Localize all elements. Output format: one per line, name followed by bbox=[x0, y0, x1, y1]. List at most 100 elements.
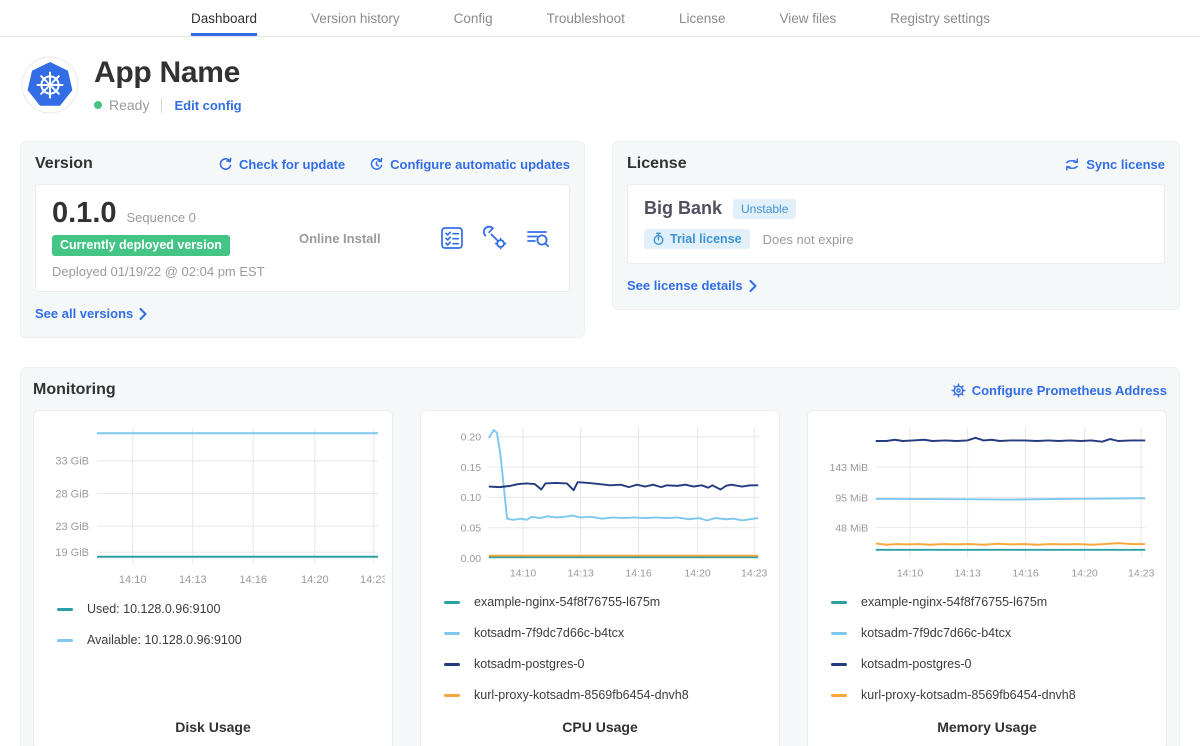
gear-icon bbox=[951, 383, 966, 398]
edit-config-link[interactable]: Edit config bbox=[174, 98, 241, 113]
chevron-right-icon bbox=[749, 280, 757, 292]
svg-text:0.00: 0.00 bbox=[461, 553, 482, 565]
legend-color-dash bbox=[831, 663, 847, 666]
status-dot-icon bbox=[94, 101, 102, 109]
cpu-usage-chart-card: 14:1014:1314:1614:2014:230.000.050.100.1… bbox=[420, 410, 780, 746]
config-wrench-icon[interactable] bbox=[482, 225, 508, 251]
cpu-usage-legend: example-nginx-54f8f76755-l675m kotsadm-7f… bbox=[444, 595, 772, 719]
version-action-buttons bbox=[439, 225, 551, 251]
kubernetes-logo-icon bbox=[21, 56, 79, 114]
disk-usage-legend: Used: 10.128.0.96:9100 Available: 10.128.… bbox=[57, 602, 385, 664]
version-info: 0.1.0 Sequence 0 Currently deployed vers… bbox=[52, 197, 267, 279]
tab-config[interactable]: Config bbox=[454, 0, 493, 36]
legend-label: example-nginx-54f8f76755-l675m bbox=[861, 595, 1047, 609]
legend-color-dash bbox=[831, 601, 847, 604]
svg-text:143 MiB: 143 MiB bbox=[829, 462, 868, 474]
version-card-header: Version Check for update bbox=[35, 155, 570, 173]
legend-color-dash bbox=[57, 639, 73, 642]
legend-color-dash bbox=[444, 632, 460, 635]
svg-text:0.20: 0.20 bbox=[461, 432, 482, 444]
legend-label: Available: 10.128.0.96:9100 bbox=[87, 633, 242, 647]
refresh-icon bbox=[218, 157, 233, 172]
see-license-details-link[interactable]: See license details bbox=[627, 278, 757, 293]
license-panel: Big Bank Unstable Trial license Does not… bbox=[627, 184, 1165, 264]
legend-label: kotsadm-7f9dc7d66c-b4tcx bbox=[474, 626, 624, 640]
status-text: Ready bbox=[109, 97, 149, 113]
currently-deployed-badge: Currently deployed version bbox=[52, 235, 230, 256]
svg-text:14:23: 14:23 bbox=[1128, 567, 1154, 579]
app-header: App Name Ready Edit config bbox=[0, 37, 1200, 114]
license-card-header: License Sync license bbox=[627, 155, 1165, 173]
legend-color-dash bbox=[57, 608, 73, 611]
monitoring-title: Monitoring bbox=[33, 381, 116, 399]
svg-text:14:16: 14:16 bbox=[1012, 567, 1038, 579]
sync-arrows-icon bbox=[1064, 157, 1080, 172]
legend-color-dash bbox=[444, 694, 460, 697]
chart-title: CPU Usage bbox=[428, 719, 772, 735]
expiry-text: Does not expire bbox=[763, 232, 854, 247]
dashboard-page: Dashboard Version history Config Trouble… bbox=[0, 0, 1200, 746]
svg-text:14:10: 14:10 bbox=[897, 567, 923, 579]
svg-text:23 GiB: 23 GiB bbox=[55, 521, 89, 533]
deployed-timestamp: Deployed 01/19/22 @ 02:04 pm EST bbox=[52, 264, 267, 279]
svg-text:14:13: 14:13 bbox=[954, 567, 980, 579]
svg-text:14:16: 14:16 bbox=[239, 574, 267, 586]
install-type-label: Online Install bbox=[299, 231, 381, 246]
legend-item: Available: 10.128.0.96:9100 bbox=[57, 633, 385, 647]
legend-color-dash bbox=[831, 694, 847, 697]
cards-row: Version Check for update bbox=[0, 141, 1200, 338]
check-for-update-link[interactable]: Check for update bbox=[218, 157, 345, 172]
svg-text:19 GiB: 19 GiB bbox=[55, 547, 89, 559]
configure-prometheus-link[interactable]: Configure Prometheus Address bbox=[951, 383, 1167, 398]
legend-item: kurl-proxy-kotsadm-8569fb6454-dnvh8 bbox=[831, 688, 1159, 702]
svg-text:14:10: 14:10 bbox=[510, 567, 536, 579]
legend-item: example-nginx-54f8f76755-l675m bbox=[831, 595, 1159, 609]
sync-license-link[interactable]: Sync license bbox=[1064, 157, 1165, 172]
tab-version-history[interactable]: Version history bbox=[311, 0, 400, 36]
memory-usage-chart: 14:1014:1314:1614:2014:2348 MiB95 MiB143… bbox=[815, 420, 1159, 583]
tab-dashboard[interactable]: Dashboard bbox=[191, 0, 257, 36]
memory-usage-chart-card: 14:1014:1314:1614:2014:2348 MiB95 MiB143… bbox=[807, 410, 1167, 746]
svg-text:33 GiB: 33 GiB bbox=[55, 456, 89, 468]
license-card-title: License bbox=[627, 155, 687, 173]
svg-text:14:13: 14:13 bbox=[567, 567, 593, 579]
configure-automatic-updates-link[interactable]: Configure automatic updates bbox=[369, 157, 570, 172]
preflight-checklist-icon[interactable] bbox=[439, 225, 465, 251]
clock-refresh-icon bbox=[369, 157, 384, 172]
svg-text:0.10: 0.10 bbox=[461, 492, 482, 504]
tab-registry-settings[interactable]: Registry settings bbox=[890, 0, 990, 36]
monitoring-header: Monitoring Configure Prometheus Address bbox=[33, 381, 1167, 399]
svg-text:14:23: 14:23 bbox=[741, 567, 767, 579]
version-number: 0.1.0 bbox=[52, 197, 117, 230]
legend-item: kotsadm-postgres-0 bbox=[831, 657, 1159, 671]
legend-label: kotsadm-postgres-0 bbox=[861, 657, 971, 671]
svg-text:14:16: 14:16 bbox=[625, 567, 651, 579]
divider bbox=[161, 98, 162, 113]
svg-text:95 MiB: 95 MiB bbox=[835, 493, 868, 505]
legend-label: example-nginx-54f8f76755-l675m bbox=[474, 595, 660, 609]
tab-troubleshoot[interactable]: Troubleshoot bbox=[547, 0, 625, 36]
disk-usage-chart: 14:1014:1314:1614:2014:2319 GiB23 GiB28 … bbox=[41, 420, 385, 590]
legend-color-dash bbox=[444, 601, 460, 604]
svg-text:14:13: 14:13 bbox=[179, 574, 207, 586]
license-card: License Sync license Big Bank Unstable bbox=[612, 141, 1180, 310]
current-version-panel: 0.1.0 Sequence 0 Currently deployed vers… bbox=[35, 184, 570, 292]
version-card-title: Version bbox=[35, 155, 93, 173]
chart-title: Memory Usage bbox=[815, 719, 1159, 735]
legend-item: kotsadm-7f9dc7d66c-b4tcx bbox=[831, 626, 1159, 640]
customer-name: Big Bank bbox=[644, 198, 722, 219]
stopwatch-icon bbox=[652, 232, 665, 246]
monitoring-card: Monitoring Configure Prometheus Address bbox=[20, 367, 1180, 746]
legend-item: kurl-proxy-kotsadm-8569fb6454-dnvh8 bbox=[444, 688, 772, 702]
legend-label: Used: 10.128.0.96:9100 bbox=[87, 602, 220, 616]
svg-text:0.15: 0.15 bbox=[461, 462, 482, 474]
svg-text:28 GiB: 28 GiB bbox=[55, 488, 89, 500]
charts-row: 14:1014:1314:1614:2014:2319 GiB23 GiB28 … bbox=[33, 410, 1167, 746]
tab-view-files[interactable]: View files bbox=[779, 0, 836, 36]
tab-license[interactable]: License bbox=[679, 0, 726, 36]
view-files-search-icon[interactable] bbox=[525, 225, 551, 251]
see-all-versions-link[interactable]: See all versions bbox=[35, 306, 147, 321]
version-card-links: Check for update Configure automatic upd… bbox=[218, 157, 570, 172]
legend-label: kotsadm-postgres-0 bbox=[474, 657, 584, 671]
cpu-usage-chart: 14:1014:1314:1614:2014:230.000.050.100.1… bbox=[428, 420, 772, 583]
